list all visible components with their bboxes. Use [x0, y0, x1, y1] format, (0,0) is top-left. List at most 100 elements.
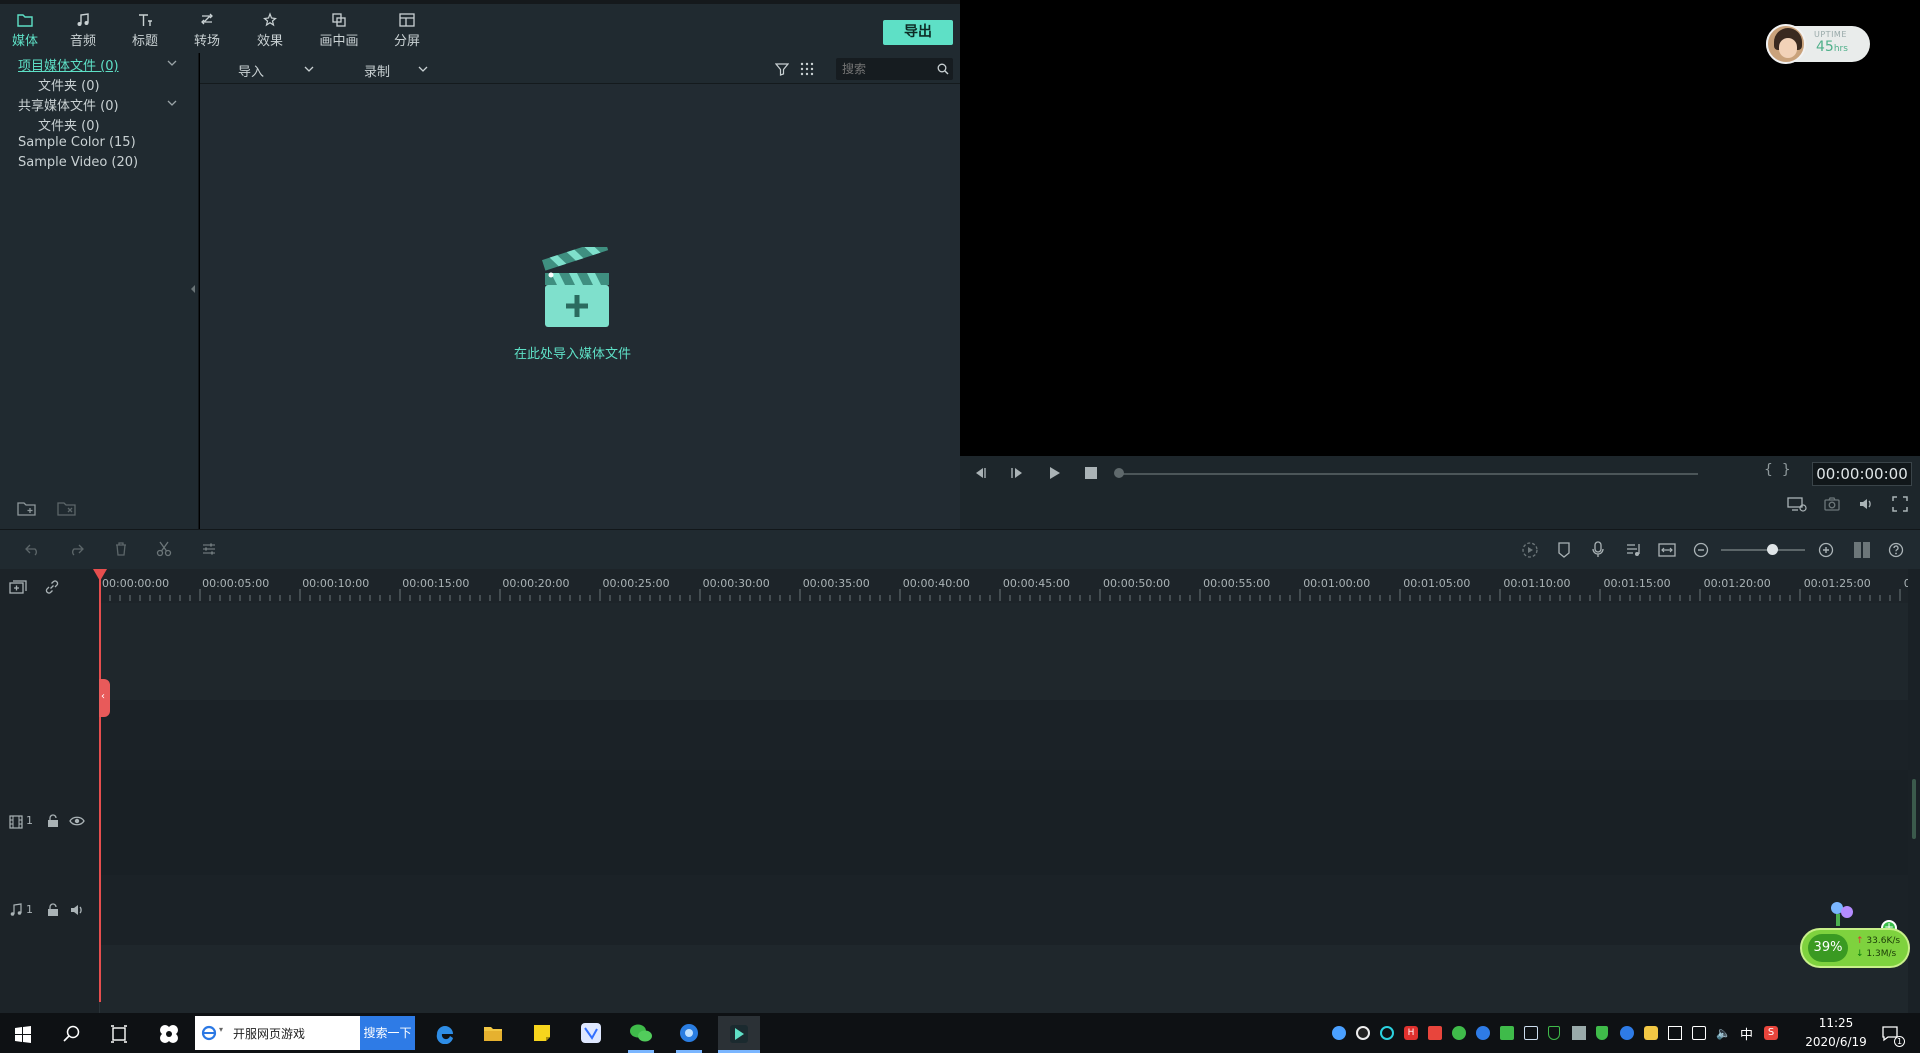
render-preview-icon[interactable] — [1521, 541, 1539, 559]
file-explorer-icon[interactable] — [482, 1022, 504, 1044]
redo-icon[interactable] — [68, 542, 84, 556]
video-track-1[interactable] — [100, 770, 1908, 875]
feishu-app-icon[interactable] — [580, 1022, 602, 1044]
zoom-in-icon[interactable] — [1818, 542, 1834, 558]
shield-icon[interactable] — [1548, 1026, 1560, 1040]
app-swirl-icon[interactable] — [158, 1023, 180, 1045]
media-search-box[interactable] — [836, 58, 953, 80]
chevron-down-icon[interactable] — [418, 65, 428, 73]
cut-scissors-icon[interactable] — [156, 541, 172, 557]
unlock-icon[interactable] — [47, 814, 59, 828]
audio-mixer-icon[interactable] — [1625, 541, 1641, 559]
play-icon[interactable] — [1046, 466, 1062, 480]
taskbar-search-box[interactable]: ▾ 开服网页游戏 — [195, 1016, 360, 1050]
fit-timeline-icon[interactable] — [1658, 542, 1676, 558]
unlock-icon[interactable] — [47, 903, 59, 917]
edge-browser-icon[interactable] — [434, 1022, 456, 1044]
mark-in-out[interactable]: { } — [1764, 462, 1791, 478]
library-item-shared-folder[interactable]: 文件夹 (0) — [38, 115, 100, 134]
volume-icon[interactable]: 🔈 — [1716, 1026, 1731, 1040]
search-icon[interactable] — [63, 1025, 81, 1043]
zoom-slider-handle[interactable] — [1767, 544, 1778, 555]
tray-yellow-icon[interactable] — [1644, 1026, 1658, 1040]
adjust-sliders-icon[interactable] — [201, 541, 217, 557]
clock-date[interactable]: 2020/6/19 — [1798, 1035, 1874, 1049]
tab-effects[interactable]: 效果 — [245, 12, 295, 54]
taskbar-search-button[interactable]: 搜索一下 — [360, 1016, 415, 1050]
clapperboard-add-icon[interactable] — [541, 247, 613, 329]
battery-icon[interactable] — [1668, 1026, 1682, 1040]
display-settings-icon[interactable] — [1787, 496, 1807, 512]
sogou-ime-icon[interactable]: S — [1764, 1026, 1778, 1040]
sticky-notes-icon[interactable] — [531, 1022, 553, 1044]
undo-icon[interactable] — [25, 542, 41, 556]
add-track-icon[interactable] — [9, 579, 27, 595]
microphone-icon[interactable] — [1591, 541, 1605, 559]
chevron-down-icon[interactable] — [167, 59, 177, 67]
help-icon[interactable] — [1888, 542, 1904, 558]
track-drop-zone[interactable] — [100, 700, 1908, 770]
search-input[interactable] — [842, 60, 932, 78]
timeline-ruler[interactable]: 00:00:00:00 00:00:05:00 00:00:10:00 00:00:1… — [100, 569, 1920, 603]
wechat-icon[interactable] — [628, 1022, 654, 1044]
wechat-tray-icon[interactable] — [1452, 1026, 1466, 1040]
collapse-panel-icon[interactable] — [190, 285, 196, 293]
qq-tray-icon[interactable] — [1356, 1026, 1370, 1040]
empty-hint[interactable]: 在此处导入媒体文件 — [200, 343, 945, 362]
audio-track-1[interactable] — [100, 875, 1908, 945]
clock-time[interactable]: 11:25 — [1806, 1016, 1866, 1030]
search-icon[interactable] — [937, 63, 949, 75]
library-item-project-media[interactable]: 项目媒体文件 (0) — [18, 55, 119, 74]
delete-folder-icon[interactable] — [56, 499, 78, 517]
dropdown-caret-icon[interactable]: ▾ — [219, 1025, 223, 1034]
previous-frame-icon[interactable] — [972, 466, 988, 480]
tab-media[interactable]: 媒体 — [0, 12, 50, 54]
tab-transitions[interactable]: 转场 — [182, 12, 232, 54]
link-icon[interactable] — [44, 579, 60, 595]
scrubber-handle[interactable] — [1114, 468, 1124, 478]
library-item-shared-media[interactable]: 共享媒体文件 (0) — [18, 95, 119, 114]
windows-start-icon[interactable] — [14, 1025, 32, 1043]
qq-browser-icon[interactable] — [678, 1022, 700, 1044]
chevron-down-icon[interactable] — [304, 65, 314, 73]
library-item-sample-color[interactable]: Sample Color (15) — [18, 135, 136, 150]
uptime-widget[interactable]: UPTIME 45hrs — [1766, 24, 1870, 64]
playback-scrubber[interactable] — [1118, 473, 1698, 475]
tray-monitor-icon[interactable] — [1572, 1026, 1586, 1040]
media-drop-area[interactable]: 在此处导入媒体文件 — [200, 84, 960, 529]
tab-audio[interactable]: 音频 — [58, 12, 108, 54]
library-item-sample-video[interactable]: Sample Video (20) — [18, 155, 138, 170]
new-folder-icon[interactable] — [16, 499, 38, 517]
tray-red-icon[interactable] — [1428, 1026, 1442, 1040]
tray-blue-icon[interactable] — [1476, 1026, 1490, 1040]
zoom-out-icon[interactable] — [1693, 542, 1709, 558]
tray-window-icon[interactable] — [1524, 1026, 1538, 1040]
playhead[interactable] — [99, 569, 101, 1002]
library-item-folder[interactable]: 文件夹 (0) — [38, 75, 100, 94]
eye-icon[interactable] — [69, 815, 85, 827]
playhead-tab[interactable]: ‹ — [99, 679, 110, 717]
stop-icon[interactable] — [1084, 467, 1098, 479]
track-empty-bottom[interactable] — [100, 945, 1908, 1013]
speaker-icon[interactable] — [69, 903, 85, 917]
delete-icon[interactable] — [114, 541, 128, 557]
layout-columns-icon[interactable] — [1853, 541, 1871, 559]
tab-titles[interactable]: 标题 — [120, 12, 170, 54]
filter-icon[interactable] — [775, 62, 789, 76]
grid-view-icon[interactable] — [800, 62, 814, 76]
huawei-tray-icon[interactable]: H — [1404, 1026, 1418, 1040]
security-shield-icon[interactable] — [1596, 1026, 1608, 1040]
task-view-icon[interactable] — [110, 1025, 128, 1043]
snapshot-camera-icon[interactable] — [1824, 496, 1840, 512]
zoom-slider[interactable] — [1721, 549, 1805, 551]
tray-green-icon[interactable] — [1500, 1026, 1514, 1040]
filmora-taskbar-button[interactable] — [718, 1016, 760, 1053]
network-icon[interactable] — [1692, 1026, 1706, 1040]
volume-icon[interactable] — [1858, 496, 1874, 512]
marker-icon[interactable] — [1557, 541, 1571, 559]
network-speed-widget[interactable]: 39% ↑ 33.6K/s ↓ 1.3M/s — [1800, 928, 1910, 968]
fullscreen-icon[interactable] — [1892, 496, 1908, 512]
import-dropdown[interactable]: 导入 — [238, 61, 264, 80]
bluetooth-icon[interactable] — [1620, 1026, 1634, 1040]
ime-indicator[interactable]: 中 — [1740, 1024, 1753, 1043]
